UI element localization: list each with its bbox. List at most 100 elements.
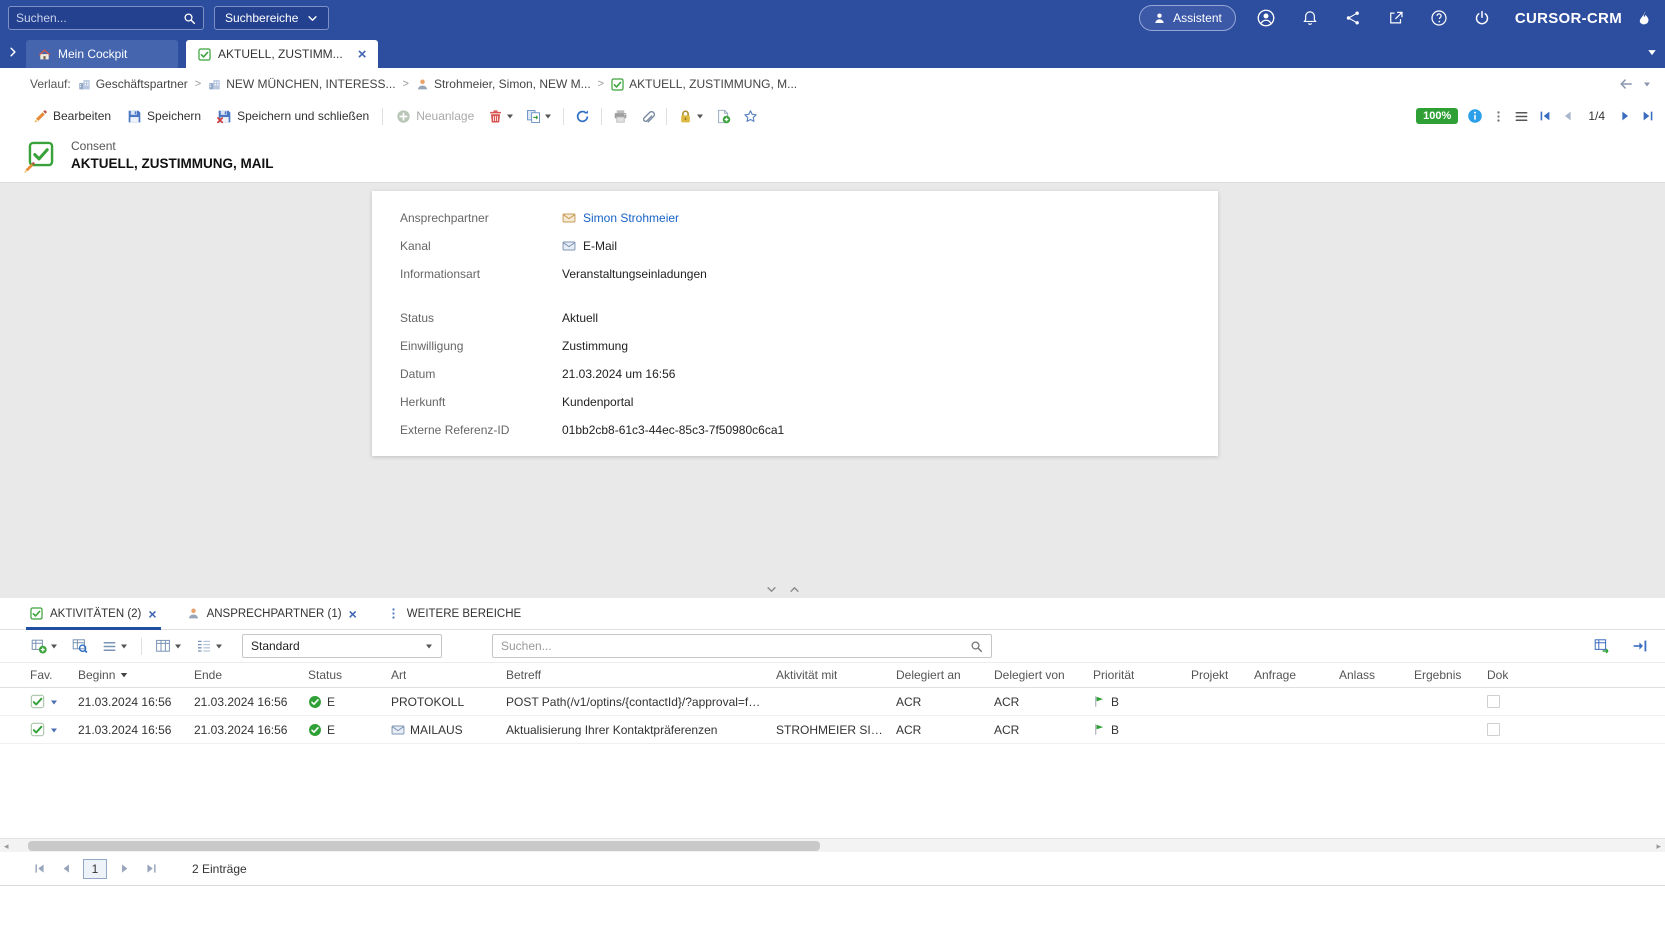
fav-check-icon[interactable]: [30, 694, 45, 709]
activity-row-1[interactable]: 21.03.2024 16:56 21.03.2024 16:56 E PROT…: [0, 688, 1665, 716]
field-value: Zustimmung: [562, 339, 628, 353]
save-close-button[interactable]: Speichern und schließen: [210, 106, 376, 127]
new-record-button[interactable]: Neuanlage: [389, 106, 481, 127]
col-header-betreff[interactable]: Betreff: [506, 668, 776, 682]
close-tab-icon[interactable]: ×: [358, 47, 367, 62]
global-search-box[interactable]: [8, 6, 204, 30]
col-header-aktivitaet-mit[interactable]: Aktivität mit: [776, 668, 896, 682]
tab-mein-cockpit[interactable]: Mein Cockpit: [26, 40, 178, 68]
caret-down-icon[interactable]: [50, 698, 58, 706]
col-header-projekt[interactable]: Projekt: [1191, 668, 1254, 682]
save-button[interactable]: Speichern: [120, 106, 208, 127]
open-new-window-button[interactable]: [1382, 6, 1410, 30]
cell-dok[interactable]: [1487, 695, 1665, 708]
close-tab-icon[interactable]: ×: [349, 607, 357, 621]
history-back-icon[interactable]: [1619, 77, 1633, 91]
favorite-button[interactable]: [738, 106, 763, 127]
search-icon[interactable]: [970, 640, 983, 653]
cell-dok[interactable]: [1487, 723, 1665, 736]
scroll-right-icon[interactable]: ▸: [1656, 839, 1661, 853]
col-header-anlass[interactable]: Anlass: [1339, 668, 1414, 682]
search-icon[interactable]: [183, 12, 196, 25]
col-header-art[interactable]: Art: [391, 668, 506, 682]
dok-checkbox[interactable]: [1487, 723, 1500, 736]
refresh-button[interactable]: [570, 106, 595, 127]
col-header-ergebnis[interactable]: Ergebnis: [1414, 668, 1487, 682]
col-header-delegiert-von[interactable]: Delegiert von: [994, 668, 1093, 682]
col-header-dok[interactable]: Dok: [1487, 668, 1665, 682]
col-header-delegiert-an[interactable]: Delegiert an: [896, 668, 994, 682]
horizontal-scrollbar[interactable]: ◂ ▸: [0, 838, 1665, 852]
tab-weitere-bereiche[interactable]: WEITERE BEREICHE: [387, 598, 521, 629]
current-page[interactable]: 1: [83, 859, 107, 879]
collapse-down-icon[interactable]: [766, 584, 777, 595]
trash-icon: [488, 109, 503, 124]
last-page-button[interactable]: [139, 858, 163, 880]
tab-ansprechpartner[interactable]: ANSPRECHPARTNER (1) ×: [187, 598, 357, 629]
tab-record-active[interactable]: AKTUELL, ZUSTIMM... ×: [186, 40, 378, 68]
info-icon[interactable]: [1467, 108, 1483, 124]
print-button[interactable]: [608, 106, 633, 127]
columns-config-button[interactable]: [150, 635, 187, 657]
cell-fav[interactable]: [30, 694, 78, 709]
search-areas-button[interactable]: Suchbereiche: [214, 6, 329, 30]
breadcrumb-item-consent[interactable]: AKTUELL, ZUSTIMMUNG, M...: [611, 77, 797, 91]
previous-page-button[interactable]: [54, 858, 78, 880]
zoom-badge[interactable]: 100%: [1416, 108, 1458, 124]
activities-search-box[interactable]: [492, 634, 992, 658]
share-button[interactable]: [1339, 6, 1367, 30]
new-activity-button[interactable]: [26, 635, 63, 657]
layout-button[interactable]: [191, 635, 228, 657]
col-header-prioritaet[interactable]: Priorität: [1093, 668, 1191, 682]
caret-down-icon[interactable]: [50, 726, 58, 734]
tabs-overflow-icon[interactable]: [1647, 47, 1657, 57]
collapse-up-icon[interactable]: [789, 584, 800, 595]
lock-button[interactable]: [673, 106, 709, 127]
copy-transfer-button[interactable]: [521, 106, 557, 127]
activities-search-input[interactable]: [501, 639, 970, 653]
search-in-table-button[interactable]: [67, 635, 93, 657]
expand-sidebar-button[interactable]: [0, 36, 26, 68]
edit-button[interactable]: Bearbeiten: [26, 106, 118, 127]
col-header-status[interactable]: Status: [308, 668, 391, 682]
new-document-button[interactable]: [711, 106, 736, 127]
col-header-anfrage[interactable]: Anfrage: [1254, 668, 1339, 682]
activity-row-2[interactable]: 21.03.2024 16:56 21.03.2024 16:56 E MAIL…: [0, 716, 1665, 744]
logout-button[interactable]: [1468, 6, 1496, 30]
first-page-button[interactable]: [27, 858, 51, 880]
attachment-button[interactable]: [635, 106, 660, 127]
list-menu-button[interactable]: [97, 636, 133, 657]
col-header-beginn[interactable]: Beginn: [78, 668, 194, 682]
last-record-icon[interactable]: [1641, 109, 1655, 123]
col-header-ende[interactable]: Ende: [194, 668, 308, 682]
previous-record-icon[interactable]: [1561, 109, 1575, 123]
close-tab-icon[interactable]: ×: [148, 607, 156, 621]
notifications-button[interactable]: [1296, 6, 1324, 30]
menu-icon[interactable]: [1514, 109, 1529, 124]
more-options-icon[interactable]: [1492, 110, 1505, 123]
splitter-handle[interactable]: [766, 584, 800, 595]
next-record-icon[interactable]: [1618, 109, 1632, 123]
breadcrumb-item-geschaeftspartner[interactable]: Geschäftspartner: [78, 77, 188, 91]
global-search-input[interactable]: [16, 11, 183, 25]
fav-check-icon[interactable]: [30, 722, 45, 737]
first-record-icon[interactable]: [1538, 109, 1552, 123]
export-table-button[interactable]: [1589, 635, 1615, 657]
breadcrumb-item-company[interactable]: NEW MÜNCHEN, INTERESS...: [208, 77, 395, 91]
breadcrumb-item-contact[interactable]: Strohmeier, Simon, NEW M...: [416, 77, 591, 91]
cell-fav[interactable]: [30, 722, 78, 737]
next-page-button[interactable]: [112, 858, 136, 880]
scroll-left-icon[interactable]: ◂: [4, 839, 9, 853]
help-button[interactable]: [1425, 6, 1453, 30]
view-select[interactable]: Standard: [242, 634, 442, 658]
scrollbar-thumb[interactable]: [28, 841, 820, 851]
history-dropdown-icon[interactable]: [1643, 80, 1651, 88]
tab-aktivitaeten[interactable]: AKTIVITÄTEN (2) ×: [30, 598, 157, 629]
col-header-fav[interactable]: Fav.: [30, 668, 78, 682]
contact-link[interactable]: Simon Strohmeier: [562, 211, 679, 225]
account-button[interactable]: [1251, 5, 1281, 31]
delete-button[interactable]: [483, 106, 519, 127]
dok-checkbox[interactable]: [1487, 695, 1500, 708]
collapse-panel-button[interactable]: [1627, 635, 1653, 657]
assistant-button[interactable]: Assistent: [1139, 5, 1236, 31]
